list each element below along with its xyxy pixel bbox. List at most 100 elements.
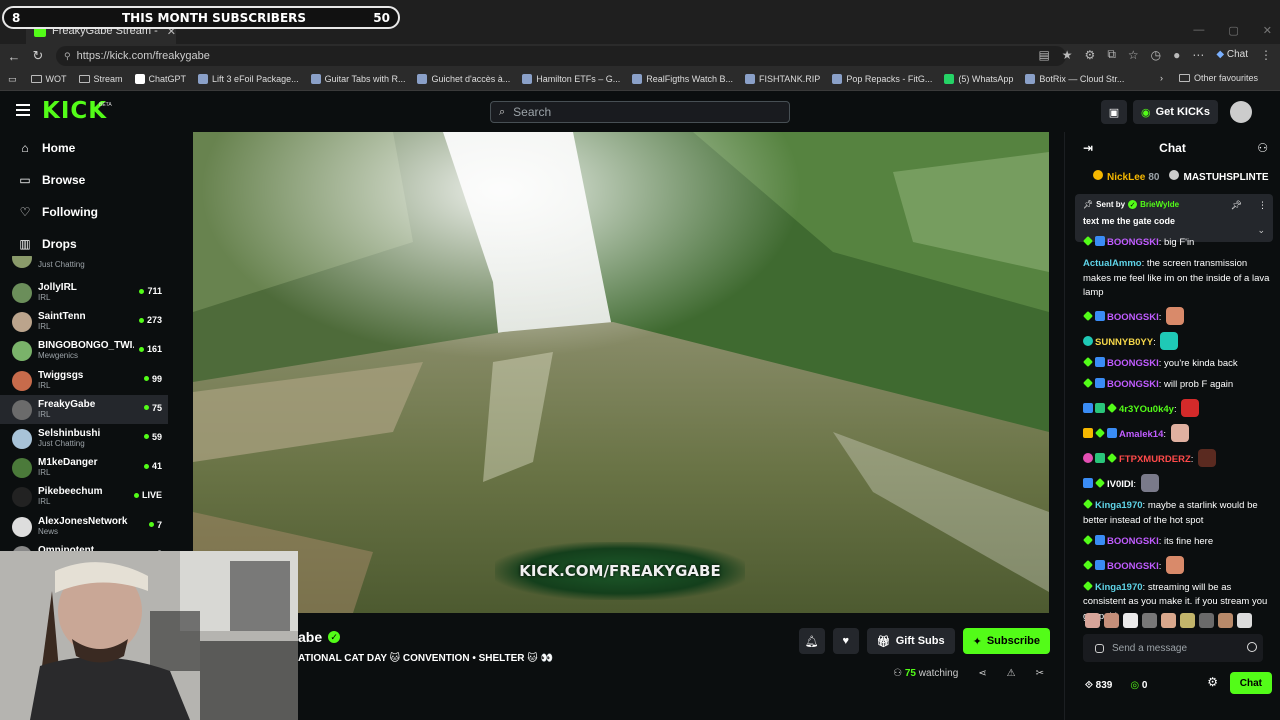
sidebar-channel-selshinbushi[interactable]: Selshinbushi Just Chatting 59 <box>0 424 168 453</box>
chatter-avatar[interactable] <box>1123 613 1138 628</box>
reload-icon[interactable]: ↻ <box>26 48 50 64</box>
follow-button[interactable]: ♥ <box>832 628 859 654</box>
menu-toggle-icon[interactable] <box>16 104 30 116</box>
unpin-icon[interactable]: 📌︎ <box>1231 200 1242 211</box>
sidebar-channel-twiggsgs[interactable]: Twiggsgs IRL 99 <box>0 366 168 395</box>
bookmark-item[interactable]: Guitar Tabs with R... <box>310 74 405 84</box>
sidebar-channel-m1kedanger[interactable]: M1keDanger IRL 41 <box>0 453 168 482</box>
subscribe-button[interactable]: ✦ Subscribe <box>962 628 1050 654</box>
chat-settings-icon[interactable]: ⚙ <box>1207 675 1218 689</box>
chat-username[interactable]: BOONGSKI <box>1107 237 1159 248</box>
chat-username[interactable]: FTPXMURDERZ <box>1119 454 1191 465</box>
chat-username[interactable]: BOONGSKI <box>1107 358 1159 369</box>
maximize-icon[interactable]: ▢ <box>1228 24 1238 37</box>
sidebar-item-home[interactable]: ⌂ Home <box>0 132 168 164</box>
chat-users-icon[interactable]: ⚇ <box>1257 141 1268 155</box>
copilot-chat-button[interactable]: ◆ Chat <box>1216 49 1248 60</box>
chat-username[interactable]: 4r3YOu0k4y <box>1119 404 1174 415</box>
chatter-avatar[interactable] <box>1218 613 1233 628</box>
bookmark-item[interactable]: Lift 3 eFoil Package... <box>198 74 299 84</box>
bookmark-item[interactable]: ChatGPT <box>134 74 186 84</box>
chat-username[interactable]: Amalek14 <box>1119 429 1163 440</box>
chatter-avatar[interactable] <box>1237 613 1252 628</box>
sidebar-channel-pikebeechum[interactable]: Pikebeechum IRL LIVE <box>0 482 168 511</box>
chat-send-button[interactable]: Chat <box>1229 672 1272 694</box>
report-icon[interactable]: ⚠ <box>1007 668 1016 679</box>
sidebar-item-browse[interactable]: ▭ Browse <box>0 164 168 196</box>
bookmark-item[interactable]: FISHTANK.RIP <box>744 74 820 84</box>
favorite-star-icon[interactable]: ★ <box>1062 48 1073 62</box>
kicks-balance[interactable]: ⟐ 839 <box>1085 680 1112 691</box>
collapse-chat-icon[interactable]: ⇥ <box>1083 141 1093 155</box>
chat-username[interactable]: BOONGSKI <box>1107 312 1159 323</box>
reading-list-icon[interactable]: ▭ <box>8 74 17 85</box>
extensions-icon[interactable]: ⚙ <box>1085 48 1096 62</box>
more-options-icon[interactable]: ⋮ <box>1258 200 1267 211</box>
other-favourites[interactable]: Other favourites <box>1178 73 1258 83</box>
video-player[interactable]: KICK.COM/FREAKYGABE <box>193 132 1049 613</box>
dashboard-button[interactable]: ▣ <box>1100 100 1127 124</box>
history-icon[interactable]: ◷ <box>1151 48 1161 62</box>
profile-icon[interactable]: ● <box>1173 48 1180 62</box>
close-window-icon[interactable]: ✕ <box>1263 24 1272 37</box>
channel-points[interactable]: ◎ 0 <box>1130 680 1147 691</box>
chat-username[interactable]: SUNNYB0YY <box>1095 337 1153 348</box>
chatter-avatar[interactable] <box>1085 613 1100 628</box>
chat-username[interactable]: ActualAmmo <box>1083 258 1142 269</box>
partial-channel-row[interactable]: Just Chatting <box>0 256 168 272</box>
bookmark-item[interactable]: Stream <box>78 74 123 84</box>
pinned-user[interactable]: BrieWylde <box>1140 200 1179 209</box>
back-icon[interactable]: ← <box>2 49 26 64</box>
chat-username[interactable]: BOONGSKI <box>1107 379 1159 390</box>
chat-username[interactable]: BOONGSKI <box>1107 536 1159 547</box>
get-kicks-button[interactable]: ◉ Get KICKs <box>1132 100 1218 124</box>
reader-icon[interactable]: ▤ <box>1038 48 1049 62</box>
gift-subs-button[interactable]: 🎁︎ Gift Subs <box>866 628 955 654</box>
bookmark-item[interactable]: Hamilton ETFs – G... <box>522 74 620 84</box>
bookmarks-overflow-icon[interactable]: › <box>1160 73 1163 83</box>
site-info-icon[interactable]: ⚲ <box>64 51 71 62</box>
search-bar[interactable]: ⌕ <box>490 101 790 123</box>
chatter-avatar[interactable] <box>1180 613 1195 628</box>
gifter-item[interactable]: NickLee 80 <box>1093 169 1159 183</box>
share-icon[interactable]: ⋖ <box>978 668 986 679</box>
kick-logo[interactable]: KICK <box>42 98 107 124</box>
sidebar-channel-bingobongo-twi[interactable]: BINGOBONGO_TWI... Mewgenics 161 <box>0 336 168 365</box>
channel-avatar <box>12 428 32 449</box>
sidebar-channel-jollyirl[interactable]: JollyIRL IRL 711 <box>0 278 168 307</box>
gifter-item[interactable]: MASTUHSPLINTE <box>1169 169 1268 183</box>
chatter-avatar[interactable] <box>1161 613 1176 628</box>
search-input[interactable] <box>513 105 774 119</box>
url-field[interactable]: ⚲ https://kick.com/freakygabe <box>56 46 1066 66</box>
streamer-name[interactable]: abe ✓ <box>298 629 341 645</box>
sidebar-channel-freakygabe[interactable]: FreakyGabe IRL 75 <box>0 394 168 424</box>
chevron-down-icon[interactable]: ⌄ <box>1257 225 1265 236</box>
split-screen-icon[interactable]: ⧉ <box>1107 47 1116 62</box>
notifications-button[interactable]: 🔔︎ <box>798 628 825 654</box>
bookmark-item[interactable]: RealFigths Watch B... <box>632 74 733 84</box>
chat-message-input[interactable] <box>1112 642 1232 654</box>
chat-username[interactable]: Kinga1970 <box>1095 500 1143 511</box>
chat-username[interactable]: Kinga1970 <box>1095 582 1143 593</box>
sidebar-item-following[interactable]: ♡ Following <box>0 196 168 228</box>
menu-icon[interactable]: ⋮ <box>1260 48 1272 62</box>
sidebar-channel-sainttenn[interactable]: SaintTenn IRL 273 <box>0 307 168 336</box>
minimize-icon[interactable]: — <box>1193 24 1204 37</box>
clip-icon[interactable]: ✂ <box>1036 668 1044 679</box>
chat-input-box[interactable] <box>1083 634 1263 662</box>
sidebar-channel-alexjonesnetwork[interactable]: AlexJonesNetwork News 7 <box>0 512 168 541</box>
bookmark-item[interactable]: WOT <box>30 74 67 84</box>
bookmark-item[interactable]: Guichet d'accès à... <box>417 74 510 84</box>
chatter-avatar[interactable] <box>1104 613 1119 628</box>
chatter-avatar[interactable] <box>1199 613 1214 628</box>
bookmark-item[interactable]: (5) WhatsApp <box>944 74 1013 84</box>
more-icon[interactable]: ⋯ <box>1192 48 1204 62</box>
favorites-icon[interactable]: ☆ <box>1128 48 1139 62</box>
user-avatar[interactable] <box>1230 101 1252 123</box>
chat-username[interactable]: BOONGSKI <box>1107 561 1159 572</box>
chatter-avatar[interactable] <box>1142 613 1157 628</box>
bookmark-item[interactable]: Pop Repacks - FitG... <box>832 74 932 84</box>
emoji-icon[interactable] <box>1247 642 1257 652</box>
chat-username[interactable]: IV0IDI <box>1107 479 1133 490</box>
bookmark-item[interactable]: BotRix — Cloud Str... <box>1025 74 1124 84</box>
